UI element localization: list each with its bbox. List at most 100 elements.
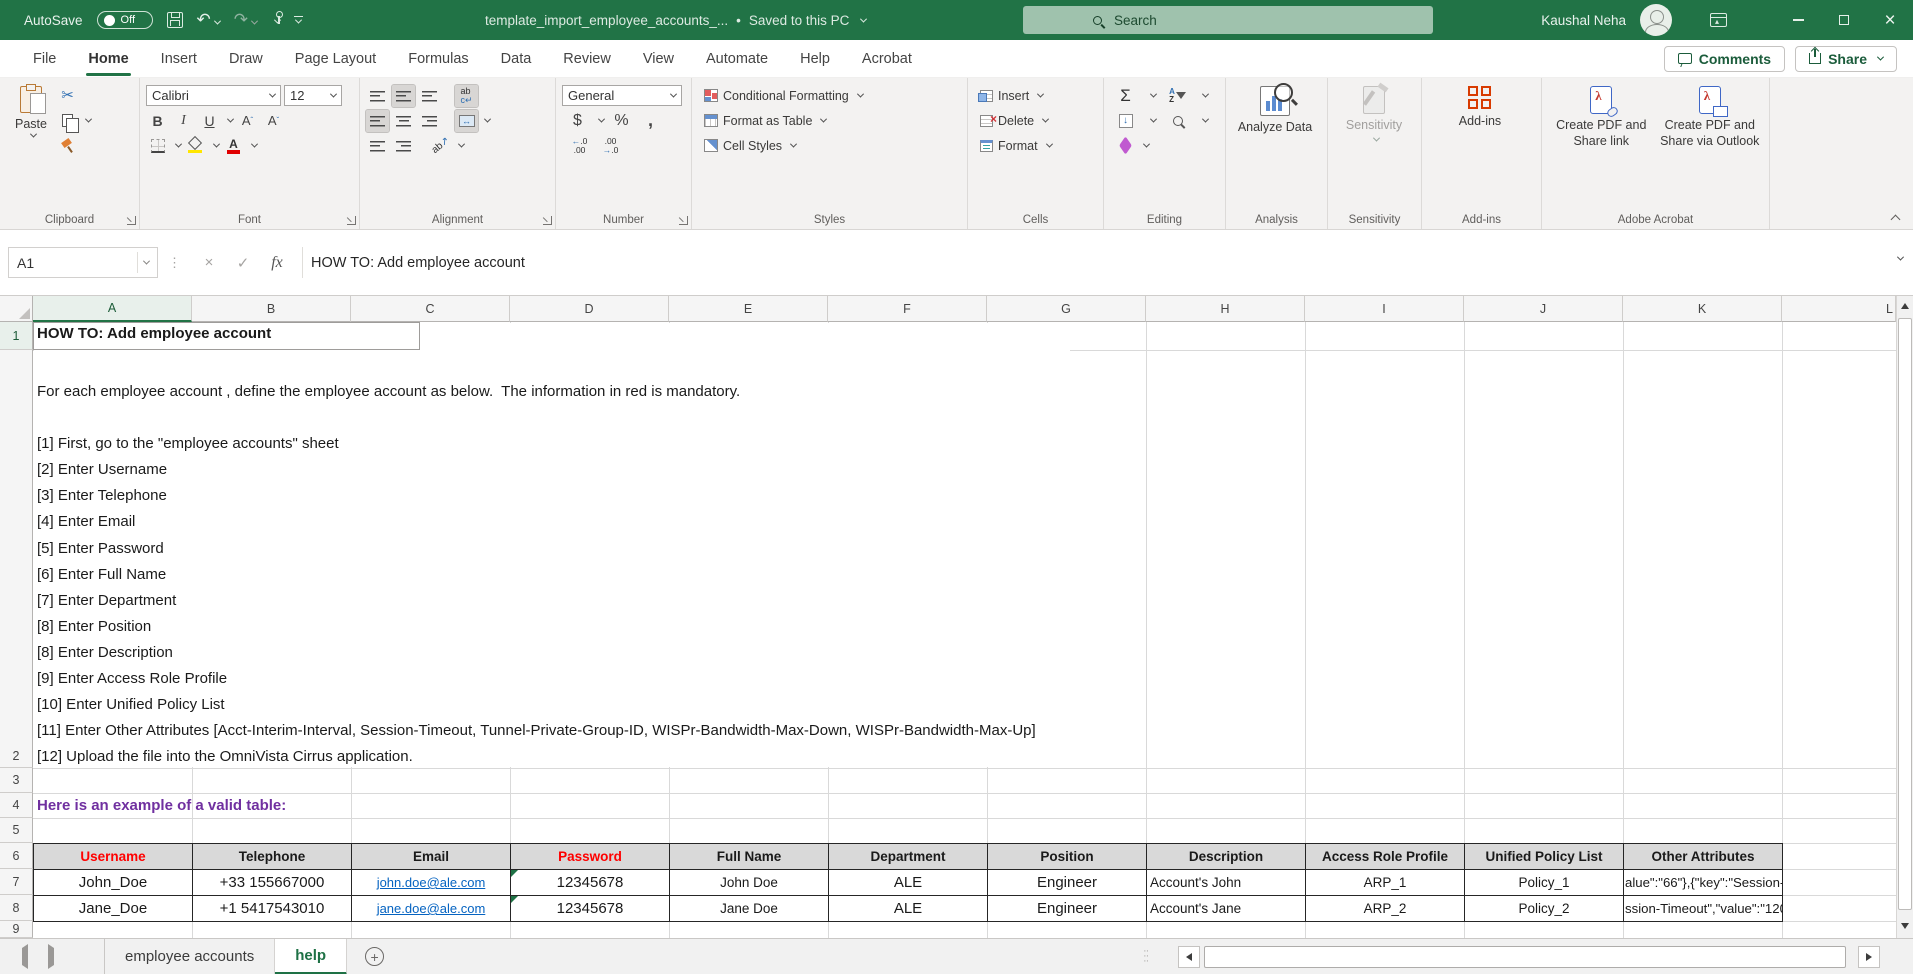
- name-box[interactable]: A1: [8, 247, 158, 278]
- column-header-l[interactable]: L: [1782, 296, 1896, 322]
- sheet-tab-employee-accounts[interactable]: employee accounts: [105, 939, 275, 974]
- scroll-left-button[interactable]: [1178, 946, 1200, 968]
- example-table[interactable]: Username Telephone Email Password Full N…: [33, 843, 1783, 922]
- cell-unified-policy-list[interactable]: Policy_1: [1465, 870, 1624, 896]
- decrease-indent-button[interactable]: [366, 135, 389, 157]
- horizontal-scrollbar-thumb[interactable]: [1204, 946, 1846, 968]
- align-right-button[interactable]: [418, 110, 441, 132]
- ribbon-display-options-icon[interactable]: [1710, 13, 1727, 27]
- format-as-table-button[interactable]: Format as Table: [704, 108, 826, 133]
- cell-telephone[interactable]: +1 5417543010: [193, 896, 352, 922]
- addins-button[interactable]: Add-ins: [1428, 83, 1532, 130]
- font-size-select[interactable]: 12: [284, 85, 342, 106]
- column-header-f[interactable]: F: [828, 296, 987, 322]
- cell-position[interactable]: Engineer: [988, 896, 1147, 922]
- cell-email-link[interactable]: john.doe@ale.com: [352, 870, 511, 896]
- column-header-c[interactable]: C: [351, 296, 510, 322]
- cell-a1-title[interactable]: HOW TO: Add employee account: [37, 325, 271, 342]
- row-header-1[interactable]: 1: [0, 322, 33, 350]
- column-header-k[interactable]: K: [1623, 296, 1782, 322]
- avatar[interactable]: [1640, 4, 1672, 36]
- cell-access-role-profile[interactable]: ARP_2: [1306, 896, 1465, 922]
- copy-button[interactable]: [56, 110, 79, 132]
- tab-acrobat[interactable]: Acrobat: [847, 40, 927, 78]
- header-access-role-profile[interactable]: Access Role Profile: [1306, 844, 1465, 870]
- cell-access-role-profile[interactable]: ARP_1: [1306, 870, 1465, 896]
- header-description[interactable]: Description: [1147, 844, 1306, 870]
- insert-function-button[interactable]: fx: [260, 247, 294, 278]
- example-table-label[interactable]: Here is an example of a valid table:: [37, 793, 286, 818]
- redo-button[interactable]: ↷: [234, 11, 257, 30]
- search-input[interactable]: Search: [1023, 6, 1433, 34]
- tab-data[interactable]: Data: [486, 40, 547, 78]
- tab-file[interactable]: File: [18, 40, 71, 78]
- tab-draw[interactable]: Draw: [214, 40, 278, 78]
- row-header-6[interactable]: 6: [0, 843, 33, 869]
- vertical-scrollbar[interactable]: [1896, 296, 1913, 938]
- cell-username[interactable]: John_Doe: [34, 870, 193, 896]
- format-painter-button[interactable]: [56, 135, 79, 157]
- align-left-button[interactable]: [366, 110, 389, 132]
- cell-password[interactable]: 12345678: [511, 870, 670, 896]
- tab-page-layout[interactable]: Page Layout: [280, 40, 391, 78]
- insert-cells-button[interactable]: Insert: [980, 83, 1043, 108]
- increase-font-size-button[interactable]: Aˆ: [236, 110, 259, 132]
- row-header-7[interactable]: 7: [0, 869, 33, 895]
- tab-view[interactable]: View: [628, 40, 689, 78]
- delete-cells-button[interactable]: Delete: [980, 108, 1048, 133]
- cell-position[interactable]: Engineer: [988, 870, 1147, 896]
- decrease-font-size-button[interactable]: Aˇ: [262, 110, 285, 132]
- tab-help[interactable]: Help: [785, 40, 845, 78]
- increase-indent-button[interactable]: [392, 135, 415, 157]
- decrease-decimal-button[interactable]: .00→.0: [599, 135, 622, 157]
- row-header-4[interactable]: 4: [0, 793, 33, 818]
- select-all-corner[interactable]: [0, 296, 33, 322]
- create-pdf-share-link-button[interactable]: Create PDF and Share link: [1548, 83, 1655, 149]
- saved-status[interactable]: Saved to this PC: [749, 13, 850, 28]
- scroll-right-button[interactable]: [1858, 946, 1880, 968]
- cell-other-attributes[interactable]: ssion-Timeout","value":"12000"}]: [1624, 896, 1783, 922]
- tab-bar-resize-handle[interactable]: ······: [1143, 949, 1148, 964]
- formula-bar-content[interactable]: HOW TO: Add employee account: [311, 255, 1905, 271]
- new-sheet-button[interactable]: +: [365, 947, 384, 966]
- align-center-button[interactable]: [392, 110, 415, 132]
- comments-button[interactable]: Comments: [1664, 46, 1785, 72]
- header-other-attributes[interactable]: Other Attributes: [1624, 844, 1783, 870]
- share-button[interactable]: Share: [1795, 46, 1897, 72]
- header-unified-policy-list[interactable]: Unified Policy List: [1465, 844, 1624, 870]
- paste-button[interactable]: Paste: [6, 83, 56, 158]
- header-telephone[interactable]: Telephone: [193, 844, 352, 870]
- user-name[interactable]: Kaushal Neha: [1541, 13, 1626, 28]
- autosave-toggle[interactable]: Off: [97, 11, 153, 29]
- header-position[interactable]: Position: [988, 844, 1147, 870]
- minimize-button[interactable]: [1775, 0, 1821, 40]
- accounting-format-button[interactable]: $: [566, 110, 589, 132]
- cell-unified-policy-list[interactable]: Policy_2: [1465, 896, 1624, 922]
- scroll-up-button[interactable]: [1897, 296, 1913, 316]
- font-dialog-launcher-icon[interactable]: [347, 216, 356, 225]
- cell-password[interactable]: 12345678: [511, 896, 670, 922]
- cell-full-name[interactable]: John Doe: [670, 870, 829, 896]
- row-header-8[interactable]: 8: [0, 895, 33, 921]
- orientation-button[interactable]: ab↗: [429, 135, 452, 157]
- scroll-down-button[interactable]: [1897, 916, 1913, 936]
- close-button[interactable]: ×: [1867, 0, 1913, 40]
- font-name-select[interactable]: Calibri: [146, 85, 281, 106]
- next-sheet-button[interactable]: [48, 948, 54, 966]
- header-username[interactable]: Username: [34, 844, 193, 870]
- column-header-e[interactable]: E: [669, 296, 828, 322]
- cut-button[interactable]: ✂: [56, 85, 79, 107]
- number-format-select[interactable]: General: [562, 85, 682, 106]
- borders-button[interactable]: [146, 135, 169, 157]
- clipboard-dialog-launcher-icon[interactable]: [127, 216, 136, 225]
- bold-button[interactable]: B: [146, 110, 169, 132]
- cell-grid[interactable]: HOW TO: Add employee account For each em…: [33, 322, 1896, 938]
- cell-email-link[interactable]: jane.doe@ale.com: [352, 896, 511, 922]
- save-icon[interactable]: [167, 12, 183, 28]
- header-password[interactable]: Password: [511, 844, 670, 870]
- column-header-d[interactable]: D: [510, 296, 669, 322]
- cell-department[interactable]: ALE: [829, 870, 988, 896]
- previous-sheet-button[interactable]: [22, 948, 28, 966]
- create-pdf-outlook-button[interactable]: Create PDF and Share via Outlook: [1655, 83, 1765, 149]
- restore-button[interactable]: [1821, 0, 1867, 40]
